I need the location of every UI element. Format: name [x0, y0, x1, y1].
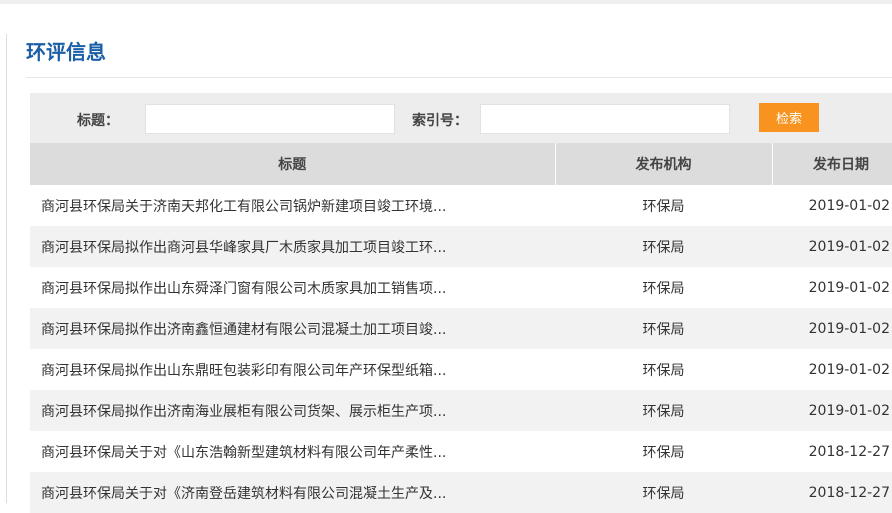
row-org: 环保局	[555, 308, 772, 349]
search-bar: 标题： 索引号： 检索	[30, 93, 892, 143]
table-row[interactable]: 商河县环保局关于对《山东浩翰新型建筑材料有限公司年产柔性... 环保局 2018…	[30, 431, 892, 472]
row-title-link[interactable]: 商河县环保局拟作出济南海业展柜有限公司货架、展示柜生产项...	[41, 404, 446, 420]
title-search-input[interactable]	[145, 104, 395, 134]
table-row[interactable]: 商河县环保局拟作出济南鑫恒通建材有限公司混凝土加工项目竣... 环保局 2019…	[30, 308, 892, 349]
title-search-label: 标题：	[77, 113, 119, 129]
table-row[interactable]: 商河县环保局拟作出山东舜泽门窗有限公司木质家具加工销售项... 环保局 2019…	[30, 267, 892, 308]
left-divider	[6, 34, 7, 503]
row-date: 2019-01-02	[772, 185, 892, 226]
index-search-input[interactable]	[480, 104, 730, 134]
row-org: 环保局	[555, 472, 772, 513]
table-row[interactable]: 商河县环保局拟作出济南海业展柜有限公司货架、展示柜生产项... 环保局 2019…	[30, 390, 892, 431]
row-title-link[interactable]: 商河县环保局关于对《山东浩翰新型建筑材料有限公司年产柔性...	[41, 445, 446, 461]
row-org: 环保局	[555, 226, 772, 267]
top-strip	[0, 0, 892, 4]
row-org: 环保局	[555, 431, 772, 472]
column-header-org[interactable]: 发布机构	[555, 143, 773, 185]
column-header-title[interactable]: 标题	[30, 143, 556, 185]
row-date: 2019-01-02	[772, 267, 892, 308]
row-title-link[interactable]: 商河县环保局拟作出商河县华峰家具厂木质家具加工项目竣工环...	[41, 240, 446, 256]
results-table: 标题 发布机构 发布日期 商河县环保局关于济南天邦化工有限公司锅炉新建项目竣工环…	[30, 143, 892, 513]
table-row[interactable]: 商河县环保局关于济南天邦化工有限公司锅炉新建项目竣工环境... 环保局 2019…	[30, 185, 892, 226]
page-title: 环评信息	[26, 40, 106, 64]
table-header-row: 标题 发布机构 发布日期	[30, 143, 892, 185]
table-row[interactable]: 商河县环保局关于对《济南登岳建筑材料有限公司混凝土生产及... 环保局 2018…	[30, 472, 892, 513]
row-date: 2018-12-27	[772, 472, 892, 513]
row-org: 环保局	[555, 390, 772, 431]
index-search-label: 索引号：	[412, 113, 468, 129]
row-org: 环保局	[555, 349, 772, 390]
row-title-link[interactable]: 商河县环保局关于对《济南登岳建筑材料有限公司混凝土生产及...	[41, 486, 446, 502]
row-title-link[interactable]: 商河县环保局关于济南天邦化工有限公司锅炉新建项目竣工环境...	[41, 199, 446, 215]
column-header-date[interactable]: 发布日期	[772, 143, 892, 185]
row-title-link[interactable]: 商河县环保局拟作出山东鼎旺包装彩印有限公司年产环保型纸箱...	[41, 363, 446, 379]
row-title-link[interactable]: 商河县环保局拟作出山东舜泽门窗有限公司木质家具加工销售项...	[41, 281, 446, 297]
row-date: 2018-12-27	[772, 431, 892, 472]
title-divider	[26, 77, 892, 78]
row-date: 2019-01-02	[772, 349, 892, 390]
search-button[interactable]: 检索	[759, 103, 819, 132]
row-date: 2019-01-02	[772, 390, 892, 431]
row-org: 环保局	[555, 267, 772, 308]
row-date: 2019-01-02	[772, 308, 892, 349]
table-row[interactable]: 商河县环保局拟作出山东鼎旺包装彩印有限公司年产环保型纸箱... 环保局 2019…	[30, 349, 892, 390]
row-title-link[interactable]: 商河县环保局拟作出济南鑫恒通建材有限公司混凝土加工项目竣...	[41, 322, 446, 338]
table-row[interactable]: 商河县环保局拟作出商河县华峰家具厂木质家具加工项目竣工环... 环保局 2019…	[30, 226, 892, 267]
row-date: 2019-01-02	[772, 226, 892, 267]
row-org: 环保局	[555, 185, 772, 226]
